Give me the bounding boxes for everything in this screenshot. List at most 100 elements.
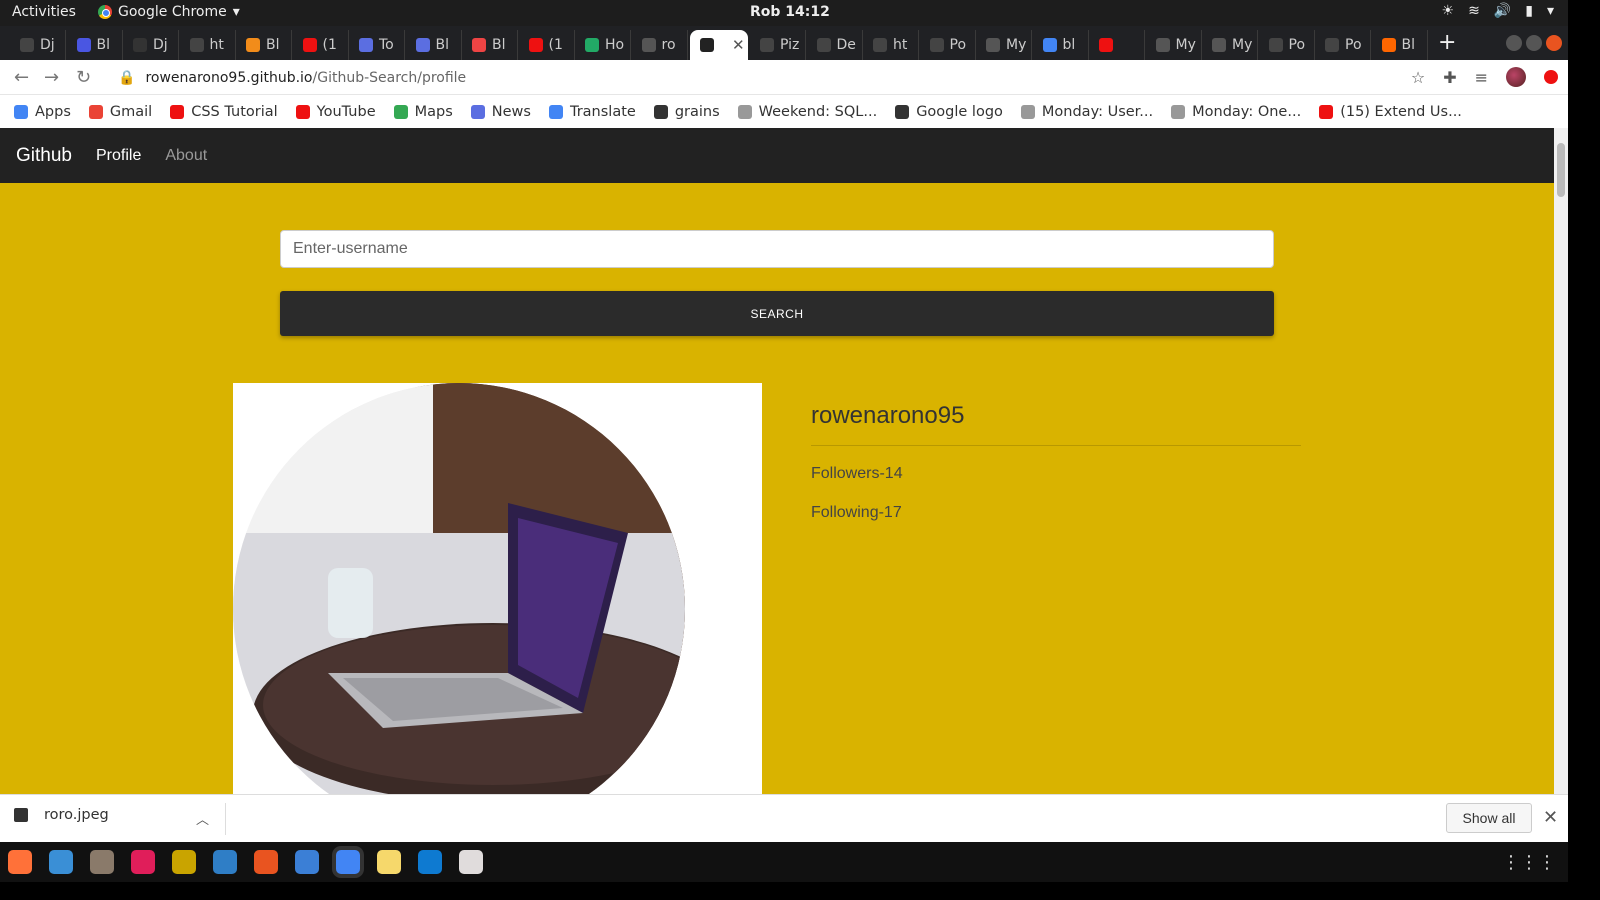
bookmark-item[interactable]: Monday: One... — [1171, 104, 1301, 120]
tab[interactable]: My — [976, 30, 1032, 60]
tab[interactable]: Dj — [10, 30, 66, 60]
profile-avatar[interactable] — [1506, 67, 1526, 87]
volume-icon[interactable]: 🔊 — [1494, 3, 1511, 19]
bookmark-item[interactable]: News — [470, 104, 531, 120]
close-tab-icon[interactable]: ✕ — [732, 36, 745, 54]
tab[interactable]: Bl — [406, 30, 462, 60]
tab-label: My — [1232, 37, 1253, 53]
tab[interactable]: ro — [632, 30, 688, 60]
bookmark-item[interactable]: Apps — [14, 104, 71, 120]
bookmark-star-icon[interactable]: ☆ — [1411, 68, 1425, 87]
tab[interactable]: Bl — [67, 30, 123, 60]
bookmark-item[interactable]: Weekend: SQL... — [737, 103, 878, 120]
forward-icon[interactable]: → — [44, 67, 59, 88]
tab-label: Po — [949, 37, 967, 53]
tab-label: My — [1175, 37, 1196, 53]
bookmark-label: Maps — [414, 103, 453, 120]
app-menu[interactable]: Google Chrome ▾ — [98, 4, 240, 20]
scrollbar-thumb[interactable] — [1557, 143, 1565, 197]
bookmark-item[interactable]: YouTube — [295, 104, 376, 120]
system-tray[interactable]: ☀ ≋ 🔊 ▮ ▾ — [1442, 3, 1554, 19]
notification-icon[interactable]: ☀ — [1442, 3, 1455, 19]
update-icon[interactable] — [1544, 70, 1558, 84]
slack-icon[interactable] — [131, 850, 155, 874]
activities-button[interactable]: Activities — [12, 4, 76, 20]
maximize-button[interactable] — [1526, 35, 1542, 51]
tab[interactable]: bl — [1033, 30, 1089, 60]
text-editor-icon[interactable] — [377, 850, 401, 874]
tab[interactable]: Po — [920, 30, 976, 60]
tab-label: Bl — [96, 37, 111, 53]
tab-active[interactable]: ✕ — [690, 30, 748, 60]
tab[interactable]: My — [1146, 30, 1202, 60]
tab[interactable]: Piz — [750, 30, 806, 60]
lock-icon: 🔒 — [118, 69, 136, 86]
tab[interactable]: Ho — [575, 30, 631, 60]
tab[interactable]: Dj — [123, 30, 179, 60]
tab-favicon-icon — [585, 38, 599, 52]
tab[interactable]: My — [1202, 30, 1258, 60]
bookmark-item[interactable]: (15) Extend Us... — [1319, 104, 1462, 120]
tab[interactable]: ht — [180, 30, 236, 60]
tab[interactable]: Bl — [1372, 30, 1428, 60]
bookmark-item[interactable]: grains — [653, 104, 720, 120]
media-icon[interactable]: ≡ — [1475, 68, 1488, 87]
extensions-icon[interactable]: ✚ — [1443, 68, 1456, 87]
bookmark-item[interactable]: CSS Tutorial — [170, 104, 278, 120]
tab[interactable] — [1089, 30, 1145, 60]
writer-icon[interactable] — [213, 850, 237, 874]
search-button[interactable]: SEARCH — [280, 291, 1274, 336]
bookmark-item[interactable]: Monday: User... — [1020, 104, 1153, 120]
url-field[interactable]: 🔒 rowenarono95.github.io/Github-Search/p… — [106, 63, 1428, 92]
bookmark-item[interactable]: Maps — [393, 103, 453, 120]
nav-profile[interactable]: Profile — [96, 147, 141, 165]
wifi-icon[interactable]: ≋ — [1468, 3, 1480, 19]
tab-label: bl — [1062, 37, 1076, 53]
bookmark-item[interactable]: Google logo — [895, 104, 1003, 120]
vscode-icon[interactable] — [418, 850, 442, 874]
bookmark-item[interactable]: Gmail — [88, 104, 152, 120]
app-icon[interactable] — [172, 850, 196, 874]
close-icon[interactable]: ✕ — [1543, 807, 1558, 828]
bookmark-label: Weekend: SQL... — [758, 103, 878, 120]
bookmark-item[interactable]: Translate — [548, 104, 636, 120]
chevron-up-icon[interactable]: ︿ — [196, 809, 209, 828]
new-tab-button[interactable]: + — [1438, 30, 1456, 55]
battery-icon[interactable]: ▮ — [1525, 3, 1533, 19]
tab-favicon-icon — [20, 38, 34, 52]
clock[interactable]: Rob 14:12 — [750, 4, 830, 20]
tab[interactable]: (1 — [293, 30, 349, 60]
tab[interactable]: To — [349, 30, 405, 60]
nav-about[interactable]: About — [165, 147, 207, 165]
show-all-button[interactable]: Show all — [1446, 803, 1532, 833]
show-apps-icon[interactable]: ⋮⋮⋮ — [1502, 852, 1556, 873]
tab[interactable]: Po — [1315, 30, 1371, 60]
tab-label: Bl — [435, 37, 450, 53]
screenshot-icon[interactable] — [459, 850, 483, 874]
tab[interactable]: Bl — [462, 30, 518, 60]
tab-favicon-icon — [1325, 38, 1339, 52]
chevron-down-icon: ▾ — [232, 4, 240, 20]
help-icon[interactable] — [295, 850, 319, 874]
tab[interactable]: Po — [1259, 30, 1315, 60]
reload-icon[interactable]: ↻ — [76, 67, 91, 88]
tab-favicon-icon — [528, 38, 543, 52]
minimize-button[interactable] — [1506, 35, 1522, 51]
back-icon[interactable]: ← — [14, 67, 29, 88]
chrome-icon[interactable] — [336, 850, 360, 874]
page-scrollbar[interactable] — [1554, 128, 1568, 794]
username-input[interactable] — [280, 230, 1274, 268]
download-item[interactable]: roro.jpeg — [14, 807, 109, 823]
chevron-down-icon[interactable]: ▾ — [1547, 3, 1554, 19]
tab[interactable]: De — [807, 30, 863, 60]
tab[interactable]: Bl — [236, 30, 292, 60]
files-icon[interactable] — [90, 850, 114, 874]
software-icon[interactable] — [254, 850, 278, 874]
thunderbird-icon[interactable] — [49, 850, 73, 874]
firefox-icon[interactable] — [8, 850, 32, 874]
brand-link[interactable]: Github — [16, 145, 72, 167]
profile-divider — [811, 445, 1301, 446]
close-window-button[interactable] — [1546, 35, 1562, 51]
tab[interactable]: (1 — [519, 30, 575, 60]
tab[interactable]: ht — [863, 30, 919, 60]
